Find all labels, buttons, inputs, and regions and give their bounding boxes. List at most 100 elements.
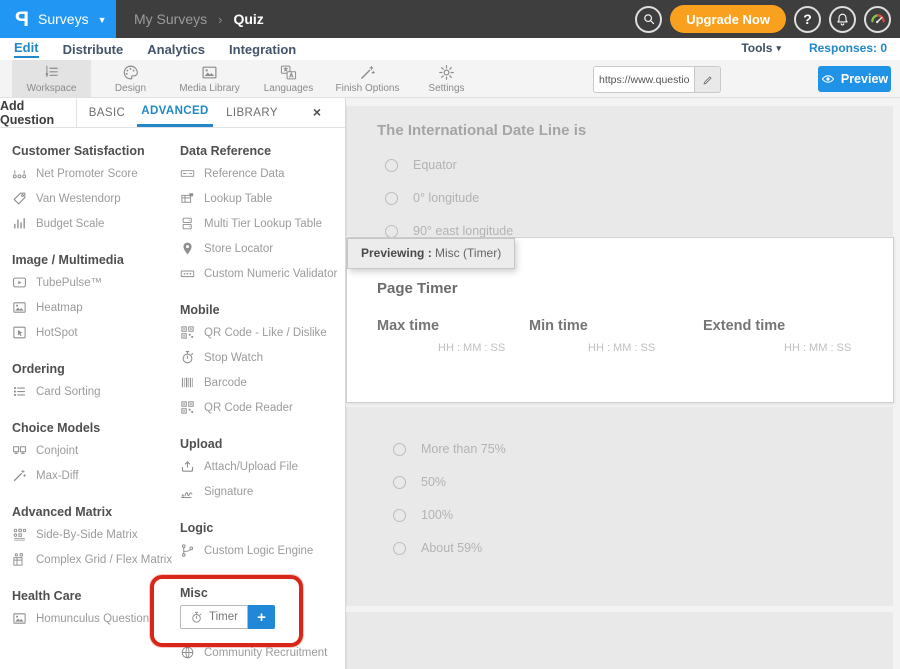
question-types-column-2: Data Reference Reference Data Lookup Tab… bbox=[180, 127, 344, 563]
max-time-label: Max time bbox=[377, 318, 439, 334]
sortable-list-icon bbox=[12, 384, 27, 399]
numeric-keypad-icon bbox=[180, 266, 195, 281]
magic-wand-icon bbox=[359, 64, 376, 81]
search-button[interactable] bbox=[635, 6, 662, 33]
media-image-icon bbox=[201, 64, 218, 81]
dual-monitor-icon bbox=[12, 443, 27, 458]
questionpro-survey-editor: P Surveys ▼ My Surveys › Quiz Upgrade No… bbox=[0, 0, 900, 669]
min-time-input[interactable]: HH : MM : SS bbox=[588, 342, 655, 354]
question-type-multi-tier-lookup-table[interactable]: Multi Tier Lookup Table bbox=[180, 211, 344, 236]
nav-tab-analytics[interactable]: Analytics bbox=[147, 42, 205, 57]
question-type-barcode[interactable]: Barcode bbox=[180, 370, 344, 395]
video-player-icon bbox=[12, 275, 27, 290]
survey-url-input[interactable] bbox=[594, 67, 694, 92]
tab-basic[interactable]: BASIC bbox=[77, 98, 137, 127]
question-type-conjoint[interactable]: Conjoint bbox=[12, 438, 170, 463]
question-type-reference-data[interactable]: Reference Data bbox=[180, 161, 344, 186]
section-title-misc: Misc bbox=[180, 586, 299, 600]
question-type-heatmap[interactable]: Heatmap bbox=[12, 295, 170, 320]
section-title: Advanced Matrix bbox=[12, 505, 170, 519]
radio-icon bbox=[385, 159, 398, 172]
preview-button[interactable]: Preview bbox=[818, 66, 891, 92]
bar-chart-icon bbox=[12, 216, 27, 231]
breadcrumb-separator: › bbox=[218, 12, 222, 27]
question-type-store-locator[interactable]: Store Locator bbox=[180, 236, 344, 261]
tools-dropdown[interactable]: Tools▾ bbox=[741, 41, 781, 55]
question-type-qr-like-dislike[interactable]: QR Code - Like / Dislike bbox=[180, 320, 344, 345]
nav-tab-edit[interactable]: Edit bbox=[14, 40, 39, 58]
question-type-homunculus[interactable]: Homunculus Question bbox=[12, 606, 170, 631]
toolbar-buttons: Workspace Design Media Library Languages… bbox=[0, 60, 900, 97]
toolbar-finish-options[interactable]: Finish Options bbox=[328, 60, 407, 97]
edit-url-button[interactable] bbox=[694, 67, 720, 92]
breadcrumb-my-surveys[interactable]: My Surveys bbox=[134, 11, 207, 27]
question-type-net-promoter-score[interactable]: Net Promoter Score bbox=[12, 161, 170, 186]
account-gauge-icon bbox=[869, 10, 887, 28]
magic-wand-icon bbox=[12, 468, 27, 483]
question-type-tubepulse[interactable]: TubePulse™ bbox=[12, 270, 170, 295]
stopwatch-icon bbox=[190, 611, 203, 624]
extend-time-input[interactable]: HH : MM : SS bbox=[784, 342, 851, 354]
question-type-custom-logic-engine[interactable]: Custom Logic Engine bbox=[180, 538, 344, 563]
reference-data-icon bbox=[180, 166, 195, 181]
question-type-budget-scale[interactable]: Budget Scale bbox=[12, 211, 170, 236]
toolbar-settings[interactable]: Settings bbox=[407, 60, 486, 97]
toolbar-design[interactable]: Design bbox=[91, 60, 170, 97]
breadcrumb-current-survey: Quiz bbox=[233, 11, 263, 27]
workspace-icon bbox=[43, 64, 60, 81]
responses-count-link[interactable]: Responses: 0 bbox=[809, 41, 887, 55]
misc-highlight-box: Misc Timer + bbox=[150, 575, 303, 647]
question-type-qr-code-reader[interactable]: QR Code Reader bbox=[180, 395, 344, 420]
toolbar-languages[interactable]: Languages bbox=[249, 60, 328, 97]
tab-advanced[interactable]: ADVANCED bbox=[137, 98, 213, 127]
question-type-complex-grid[interactable]: Complex Grid / Flex Matrix bbox=[12, 547, 170, 572]
price-tag-icon bbox=[12, 191, 27, 206]
question-type-custom-numeric-validator[interactable]: Custom Numeric Validator bbox=[180, 261, 344, 286]
previewing-tooltip-label: Previewing : bbox=[361, 246, 432, 260]
palette-icon bbox=[122, 64, 139, 81]
section-title: Health Care bbox=[12, 589, 170, 603]
question-type-side-by-side-matrix[interactable]: Side-By-Side Matrix bbox=[12, 522, 170, 547]
tab-library[interactable]: LIBRARY bbox=[215, 98, 289, 127]
question-type-attach-upload-file[interactable]: Attach/Upload File bbox=[180, 454, 344, 479]
toolbar-workspace[interactable]: Workspace bbox=[12, 60, 91, 97]
survey-url-group bbox=[593, 66, 721, 93]
chevron-down-icon: ▼ bbox=[98, 15, 107, 25]
question-2-option: 50% bbox=[393, 475, 893, 489]
survey-preview-area: The International Date Line is Equator 0… bbox=[346, 98, 900, 669]
toolbar-media-library[interactable]: Media Library bbox=[170, 60, 249, 97]
question-type-lookup-table[interactable]: Lookup Table bbox=[180, 186, 344, 211]
add-question-panel: Add Question BASIC ADVANCED LIBRARY × Cu… bbox=[0, 98, 346, 669]
previewing-tooltip: Previewing : Misc (Timer) bbox=[347, 238, 515, 269]
question-type-van-westendorp[interactable]: Van Westendorp bbox=[12, 186, 170, 211]
question-type-max-diff[interactable]: Max-Diff bbox=[12, 463, 170, 488]
radio-icon bbox=[393, 476, 406, 489]
question-2-option: About 59% bbox=[393, 541, 893, 555]
content-area: Add Question BASIC ADVANCED LIBRARY × Cu… bbox=[0, 98, 900, 669]
timer-question-row: Timer + bbox=[180, 605, 299, 629]
nav-tab-integration[interactable]: Integration bbox=[229, 42, 296, 57]
help-button[interactable]: ? bbox=[794, 6, 821, 33]
question-types-column-1: Customer Satisfaction Net Promoter Score… bbox=[12, 127, 170, 631]
nps-scale-icon bbox=[12, 166, 27, 181]
upgrade-now-button[interactable]: Upgrade Now bbox=[670, 5, 786, 33]
nav-tab-distribute[interactable]: Distribute bbox=[63, 42, 124, 57]
gear-icon bbox=[438, 64, 455, 81]
radio-icon bbox=[393, 542, 406, 555]
question-type-stop-watch[interactable]: Stop Watch bbox=[180, 345, 344, 370]
radio-icon bbox=[393, 509, 406, 522]
product-menu[interactable]: P Surveys ▼ bbox=[0, 0, 116, 38]
question-type-card-sorting[interactable]: Card Sorting bbox=[12, 379, 170, 404]
max-time-input[interactable]: HH : MM : SS bbox=[438, 342, 505, 354]
add-timer-button[interactable]: + bbox=[248, 605, 275, 629]
question-type-signature[interactable]: Signature bbox=[180, 479, 344, 504]
account-button[interactable] bbox=[864, 6, 891, 33]
editor-toolbar: Workspace Design Media Library Languages… bbox=[0, 60, 900, 98]
close-panel-icon[interactable]: × bbox=[313, 105, 321, 119]
barcode-icon bbox=[180, 375, 195, 390]
question-type-hotspot[interactable]: HotSpot bbox=[12, 320, 170, 345]
product-menu-label: Surveys bbox=[38, 11, 89, 27]
top-header-bar: P Surveys ▼ My Surveys › Quiz Upgrade No… bbox=[0, 0, 900, 38]
notifications-button[interactable] bbox=[829, 6, 856, 33]
question-type-timer[interactable]: Timer bbox=[180, 605, 248, 629]
